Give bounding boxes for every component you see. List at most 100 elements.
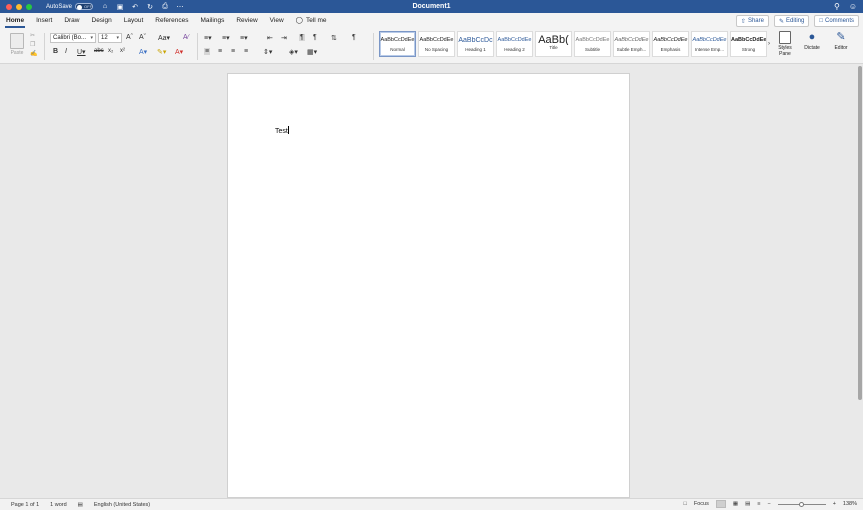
style-subtitle[interactable]: AaBbCcDdEe Subtitle: [574, 31, 611, 57]
chevron-right-icon[interactable]: ›: [768, 41, 770, 47]
zoom-slider-knob[interactable]: [798, 501, 804, 507]
editor-button[interactable]: ✎ Editor: [829, 31, 853, 61]
tab-layout[interactable]: Layout: [118, 13, 150, 29]
show-formatting-marks-icon[interactable]: ¶: [352, 34, 356, 41]
bold-button[interactable]: B: [53, 48, 58, 55]
language-indicator[interactable]: English (United States): [94, 502, 150, 508]
style-emphasis[interactable]: AaBbCcDdEe Emphasis: [652, 31, 689, 57]
numbering-icon[interactable]: ≡▾: [222, 34, 230, 42]
paste-button[interactable]: Paste: [4, 31, 30, 59]
tell-me[interactable]: ◯ Tell me: [290, 13, 333, 29]
italic-button[interactable]: I: [65, 48, 67, 55]
word-count[interactable]: 1 word: [50, 502, 67, 508]
highlight-color-icon[interactable]: ✎▾: [157, 48, 166, 56]
bullets-icon[interactable]: ≡▾: [204, 34, 212, 42]
tab-review[interactable]: Review: [230, 13, 263, 29]
increase-indent-icon[interactable]: ⇥: [281, 34, 287, 42]
style-heading-2[interactable]: AaBbCcDdEe Heading 2: [496, 31, 533, 57]
redo-icon[interactable]: ↻: [146, 3, 154, 11]
text-effects-icon[interactable]: A▾: [139, 48, 147, 56]
print-layout-button[interactable]: [715, 500, 726, 508]
tab-insert[interactable]: Insert: [30, 13, 58, 29]
tab-design[interactable]: Design: [86, 13, 118, 29]
style-name: Strong: [741, 47, 756, 52]
style-normal[interactable]: AaBbCcDdEe Normal: [379, 31, 416, 57]
tab-home[interactable]: Home: [0, 13, 30, 29]
tab-mailings[interactable]: Mailings: [195, 13, 231, 29]
superscript-button[interactable]: x²: [120, 48, 125, 54]
underline-button[interactable]: U▾: [77, 48, 86, 56]
change-case-icon[interactable]: Aa▾: [158, 34, 170, 42]
font-name-dropdown[interactable]: Calibri (Bo... ▾: [50, 33, 96, 43]
sort-icon[interactable]: ⇅: [331, 34, 337, 42]
read-mode-icon[interactable]: ▤: [745, 501, 750, 507]
search-icon[interactable]: ⚲: [834, 2, 840, 11]
format-painter-icon[interactable]: ✍: [30, 50, 40, 59]
editing-button[interactable]: ✎ Editing: [773, 15, 810, 27]
decrease-font-size-icon[interactable]: Aˇ: [139, 34, 146, 41]
zoom-out-button[interactable]: −: [767, 501, 770, 507]
style-intense-emphasis[interactable]: AaBbCcDdEe Intense Emp...: [691, 31, 728, 57]
style-subtle-emphasis[interactable]: AaBbCcDdEe Subtle Emph...: [613, 31, 650, 57]
shading-icon[interactable]: ◈▾: [289, 48, 298, 56]
document-page[interactable]: Test: [227, 73, 630, 498]
dictate-button[interactable]: ● Dictate: [800, 31, 824, 61]
align-center-icon[interactable]: ≡: [218, 48, 222, 55]
increase-font-size-icon[interactable]: Aˆ: [126, 34, 133, 41]
style-name: Intense Emp...: [694, 47, 724, 52]
justify-icon[interactable]: ≡: [244, 48, 248, 55]
style-heading-1[interactable]: AaBbCcDc Heading 1: [457, 31, 494, 57]
print-icon[interactable]: ⎙: [161, 3, 169, 11]
focus-button[interactable]: Focus: [694, 501, 709, 507]
strikethrough-button[interactable]: abc: [94, 48, 104, 54]
style-title[interactable]: AaBb(Title: [535, 31, 572, 57]
font-size-value: 12: [101, 35, 108, 41]
style-sample: AaBbCcDdEe: [692, 37, 727, 43]
align-left-icon[interactable]: ≡: [204, 48, 211, 55]
autosave-toggle[interactable]: OFF: [75, 3, 94, 10]
account-icon[interactable]: ☺: [849, 2, 857, 11]
editor-icon: ✎: [836, 31, 846, 43]
subscript-button[interactable]: x₂: [108, 48, 113, 54]
style-strong[interactable]: AaBbCcDdEe Strong: [730, 31, 767, 57]
more-icon[interactable]: ⋯: [176, 3, 184, 11]
home-icon[interactable]: ⌂: [101, 3, 109, 10]
tell-me-label: Tell me: [305, 17, 327, 24]
tab-references[interactable]: References: [149, 13, 194, 29]
multilevel-list-icon[interactable]: ≡▾: [240, 34, 248, 42]
font-color-icon[interactable]: A▾: [175, 48, 183, 56]
save-icon[interactable]: ▣: [116, 3, 124, 11]
zoom-level[interactable]: 138%: [843, 501, 857, 507]
editing-label: Editing: [786, 18, 805, 24]
borders-icon[interactable]: ▦▾: [307, 48, 317, 56]
ltr-icon[interactable]: ¶: [299, 34, 305, 41]
style-sample: AaBbCcDc: [458, 37, 493, 44]
web-layout-icon[interactable]: ▦: [733, 501, 738, 507]
outline-icon[interactable]: ≡: [757, 501, 760, 507]
share-label: Share: [747, 18, 764, 24]
zoom-window-button[interactable]: [26, 3, 32, 10]
style-no-spacing[interactable]: AaBbCcDdEe No Spacing: [418, 31, 455, 57]
font-size-dropdown[interactable]: 12 ▾: [98, 33, 122, 43]
zoom-slider[interactable]: [777, 501, 826, 507]
copy-icon[interactable]: ❐: [30, 41, 40, 50]
clear-formatting-icon[interactable]: A∕: [183, 34, 189, 41]
tab-view[interactable]: View: [264, 13, 290, 29]
share-button[interactable]: ⇧ Share: [735, 15, 769, 27]
page-count[interactable]: Page 1 of 1: [11, 502, 39, 508]
decrease-indent-icon[interactable]: ⇤: [267, 34, 273, 42]
minimize-window-button[interactable]: [16, 3, 22, 10]
cut-icon[interactable]: ✂: [30, 32, 40, 41]
zoom-in-button[interactable]: +: [833, 501, 836, 507]
document-text-line[interactable]: Test: [275, 126, 289, 135]
vertical-scrollbar[interactable]: [858, 66, 862, 400]
tab-draw[interactable]: Draw: [58, 13, 85, 29]
styles-pane-button[interactable]: Styles Pane: [773, 31, 797, 61]
align-right-icon[interactable]: ≡: [231, 48, 235, 55]
comments-button[interactable]: □ Comments: [814, 15, 859, 27]
close-window-button[interactable]: [6, 3, 12, 10]
rtl-icon[interactable]: ¶: [313, 34, 317, 41]
undo-icon[interactable]: ↶: [131, 3, 139, 11]
proofing-icon[interactable]: ▤: [78, 502, 83, 508]
line-spacing-icon[interactable]: ⇕▾: [263, 48, 272, 56]
